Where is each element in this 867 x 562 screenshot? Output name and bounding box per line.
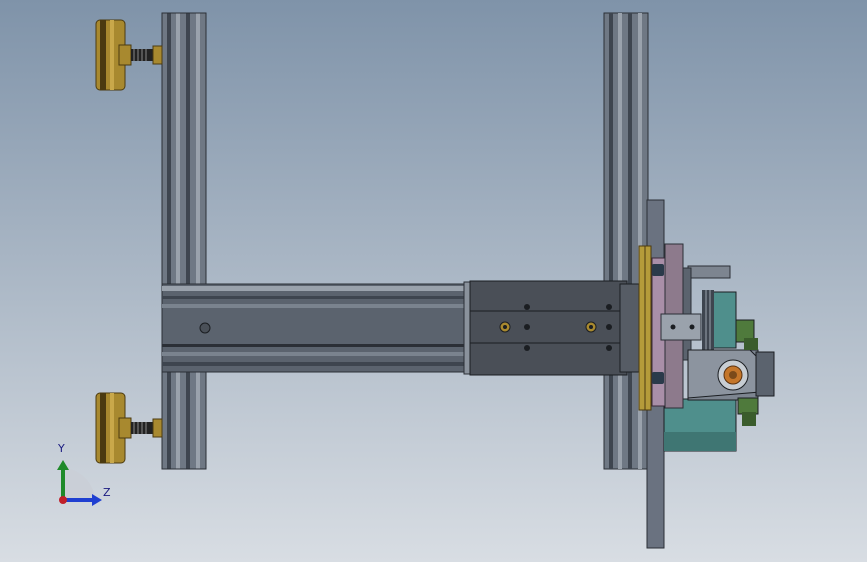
triad-z-label: Z [103, 486, 111, 499]
viewport-background [0, 0, 867, 562]
assembly-scene[interactable] [0, 0, 867, 562]
left-upright-profile[interactable] [161, 12, 207, 470]
triad-y-label: Y [58, 442, 65, 455]
horizontal-crossbar[interactable] [161, 281, 473, 375]
cad-graphics-viewport[interactable]: Y Z [0, 0, 867, 562]
linear-actuator-block[interactable] [469, 280, 641, 376]
triad-origin [59, 496, 67, 504]
